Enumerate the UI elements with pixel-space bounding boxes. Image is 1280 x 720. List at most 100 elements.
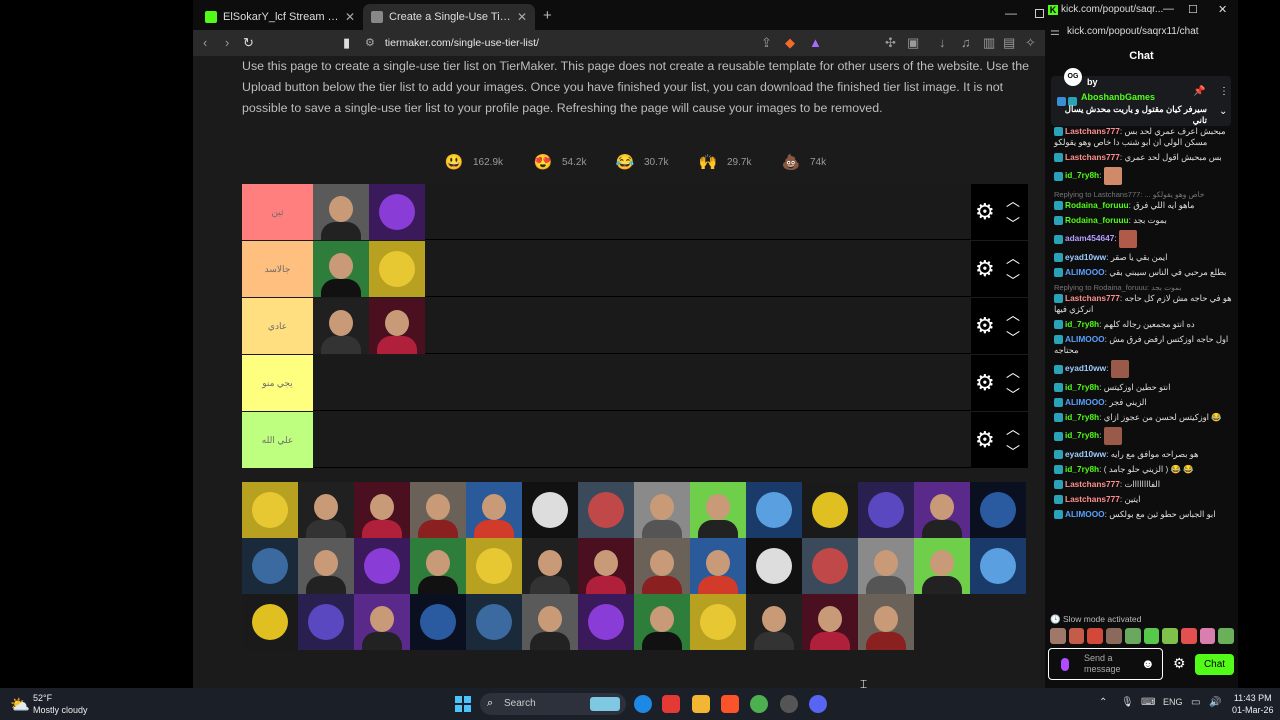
tier-image[interactable] xyxy=(690,538,746,594)
chat-message[interactable]: id_7ry8h: اوزكيتس لحسن من عجوز ازاي 😂 xyxy=(1054,412,1232,423)
obs-icon[interactable] xyxy=(780,695,798,713)
bookmark-icon[interactable]: ▮ xyxy=(343,35,350,51)
chat-message[interactable]: id_7ry8h: انتو حطين اوزكيتس xyxy=(1054,382,1232,393)
youtube-icon[interactable] xyxy=(662,695,680,713)
chat-message[interactable]: id_7ry8h: xyxy=(1054,167,1232,185)
emote-icon[interactable] xyxy=(1143,628,1160,644)
new-tab-button[interactable]: + xyxy=(543,7,552,24)
chat-message[interactable]: ALIMOOO: ابو الجباس حطو ثين مع بولكس xyxy=(1054,509,1232,520)
emote-icon[interactable] xyxy=(1106,628,1122,644)
close-icon[interactable]: ✕ xyxy=(1218,3,1227,16)
chat-message[interactable]: Replying to Rodaina_foruuu: بموت بجد Last… xyxy=(1054,282,1232,315)
chat-username[interactable]: eyad10ww xyxy=(1065,252,1106,262)
close-tab-icon[interactable]: ✕ xyxy=(345,10,355,24)
chat-message[interactable]: Rodaina_foruuu: بموت بجد xyxy=(1054,215,1232,226)
tier-label[interactable]: يجي منو xyxy=(242,355,313,411)
reaction-love[interactable]: 😍 54.2k xyxy=(532,148,587,176)
chat-message[interactable]: adam454647: xyxy=(1054,230,1232,248)
screenshot-icon[interactable]: ▣ xyxy=(907,35,919,51)
tier-settings-gear-icon[interactable]: ⚙ xyxy=(975,429,995,451)
pinned-username[interactable]: AboshanbGames xyxy=(1081,92,1155,102)
reaction-praise[interactable]: 🙌 29.7k xyxy=(697,148,752,176)
clock[interactable]: 11:43 PM 01-Mar-26 xyxy=(1232,692,1274,716)
tier-label[interactable]: علي الله xyxy=(242,412,313,468)
tier-image[interactable] xyxy=(634,594,690,650)
move-up-chevron-icon[interactable]: ︿ xyxy=(1006,419,1020,439)
minimize-icon[interactable]: — xyxy=(1163,3,1174,15)
tier-settings-gear-icon[interactable]: ⚙ xyxy=(975,315,995,337)
chat-username[interactable]: ALIMOOO xyxy=(1065,334,1105,344)
chat-username[interactable]: Lastchans777 xyxy=(1065,126,1120,136)
emoji-picker-icon[interactable]: ☻ xyxy=(1141,656,1155,671)
tier-image[interactable] xyxy=(970,482,1026,538)
tier-label[interactable]: ثين xyxy=(242,184,313,240)
chat-username[interactable]: adam454647 xyxy=(1065,233,1114,243)
tier-image[interactable] xyxy=(298,594,354,650)
reload-icon[interactable]: ↻ xyxy=(243,35,254,51)
close-tab-icon[interactable]: ✕ xyxy=(517,10,527,24)
chat-username[interactable]: id_7ry8h xyxy=(1065,412,1099,422)
chat-message[interactable]: Lastchans777: بس مبحبش اقول لحد عمري xyxy=(1054,152,1232,163)
more-options-icon[interactable]: ⋮ xyxy=(1219,86,1229,97)
mic-tray-icon[interactable]: 🎙 xyxy=(1121,697,1134,708)
tier-image[interactable] xyxy=(578,594,634,650)
move-down-chevron-icon[interactable]: ﹀ xyxy=(1006,385,1020,405)
media-icon[interactable]: ♫ xyxy=(961,35,971,51)
tier-image[interactable] xyxy=(746,482,802,538)
chat-username[interactable]: id_7ry8h xyxy=(1065,464,1099,474)
chat-settings-icon[interactable]: ⚙ xyxy=(1173,655,1186,672)
rewards-icon[interactable]: ▲ xyxy=(809,35,822,51)
site-info-icon[interactable]: ⚙ xyxy=(365,37,375,49)
emote-icon[interactable] xyxy=(1162,628,1178,644)
emote-icon[interactable] xyxy=(1050,628,1066,644)
chat-username[interactable]: eyad10ww xyxy=(1065,363,1106,373)
move-up-chevron-icon[interactable]: ︿ xyxy=(1006,191,1020,211)
chrome-icon[interactable] xyxy=(750,695,768,713)
tier-image[interactable] xyxy=(242,538,298,594)
tier-image[interactable] xyxy=(242,482,298,538)
tier-settings-gear-icon[interactable]: ⚙ xyxy=(975,201,995,223)
back-icon[interactable]: ‹ xyxy=(203,35,207,51)
tier-image[interactable] xyxy=(746,594,802,650)
chat-username[interactable]: Lastchans777 xyxy=(1065,494,1120,504)
tier-image[interactable] xyxy=(914,482,970,538)
chat-username[interactable]: id_7ry8h xyxy=(1065,382,1099,392)
tier-settings-gear-icon[interactable]: ⚙ xyxy=(975,258,995,280)
tier-image[interactable] xyxy=(313,241,369,297)
taskbar-search[interactable]: ⌕ Search xyxy=(480,693,626,715)
tier-image[interactable] xyxy=(802,482,858,538)
chat-username[interactable]: id_7ry8h xyxy=(1065,319,1099,329)
tier-image[interactable] xyxy=(858,594,914,650)
chat-username[interactable]: ALIMOOO xyxy=(1065,509,1105,519)
tier-image[interactable] xyxy=(858,538,914,594)
leo-icon[interactable]: ✧ xyxy=(1025,35,1036,51)
chat-username[interactable]: ALIMOOO xyxy=(1065,267,1105,277)
tier-image[interactable] xyxy=(802,538,858,594)
chat-message[interactable]: Lastchans777: الفاااااااات xyxy=(1054,479,1232,490)
emote-icon[interactable] xyxy=(1199,628,1216,644)
chat-message[interactable]: id_7ry8h: xyxy=(1054,427,1232,445)
move-down-chevron-icon[interactable]: ﹀ xyxy=(1006,214,1020,234)
tier-image[interactable] xyxy=(522,594,578,650)
chat-message[interactable]: eyad10ww: ايمن بقي يا صقر xyxy=(1054,252,1232,263)
address-bar[interactable]: ⚙ tiermaker.com/single-use-tier-list/ xyxy=(365,33,785,53)
send-message-input[interactable]: Send a message ☻ xyxy=(1048,648,1163,680)
sidebar-icon[interactable]: ▥ xyxy=(983,35,995,51)
reaction-smile[interactable]: 😃 162.9k xyxy=(443,148,503,176)
reaction-poop[interactable]: 💩 74k xyxy=(780,148,826,176)
chat-username[interactable]: Lastchans777 xyxy=(1065,293,1120,303)
emote-icon[interactable] xyxy=(1218,628,1235,644)
tier-image[interactable] xyxy=(970,538,1026,594)
tier-image[interactable] xyxy=(354,482,410,538)
tier-image[interactable] xyxy=(354,594,410,650)
chat-send-button[interactable]: Chat xyxy=(1195,654,1234,675)
move-up-chevron-icon[interactable]: ︿ xyxy=(1006,305,1020,325)
chat-message[interactable]: ALIMOOO: اول حاجه اوزكتس ارفض فرق مش محت… xyxy=(1054,334,1232,356)
tier-image[interactable] xyxy=(313,298,369,354)
tier-image[interactable] xyxy=(410,538,466,594)
tab-kick-stream[interactable]: ElSokarY_lcf Stream - Watch Live on K ✕ xyxy=(197,4,363,30)
emote-icon[interactable] xyxy=(1087,628,1104,644)
microphone-icon[interactable] xyxy=(1061,658,1069,671)
tier-image[interactable] xyxy=(369,298,425,354)
chat-message[interactable]: Lastchans777: ايتين xyxy=(1054,494,1232,505)
